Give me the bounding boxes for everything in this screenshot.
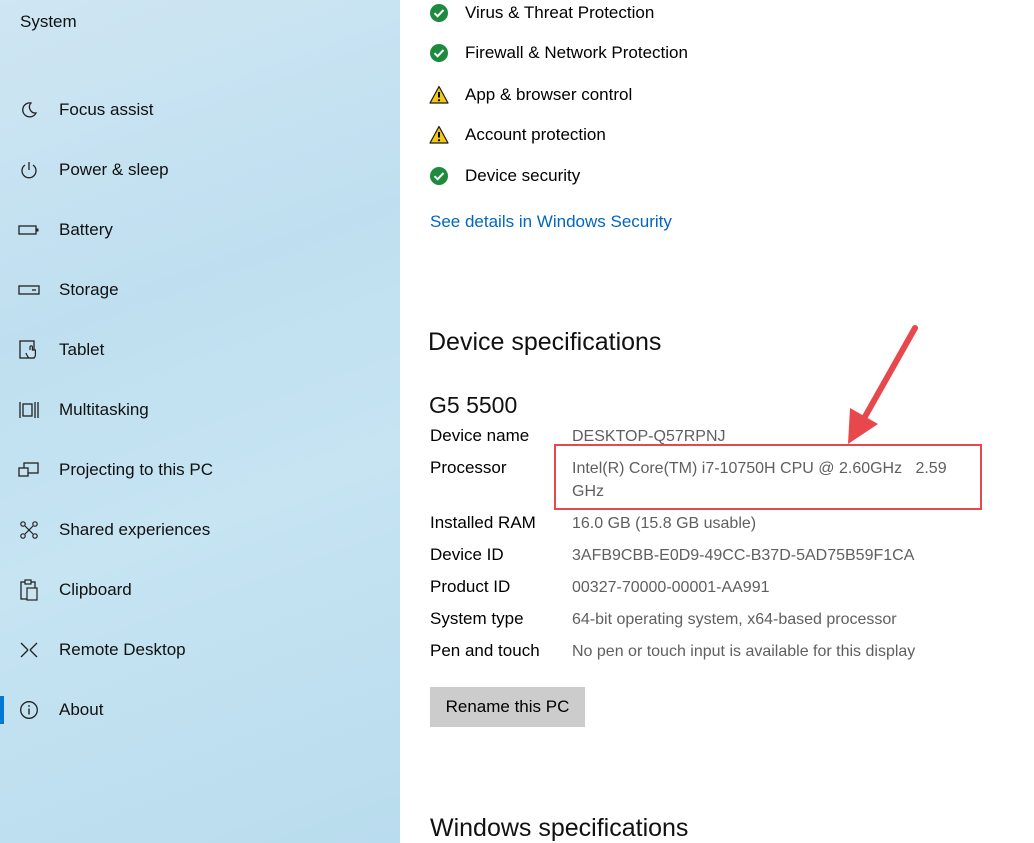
sidebar-item-label: Power & sleep bbox=[59, 160, 169, 179]
spec-value-pen-touch: No pen or touch input is available for t… bbox=[572, 643, 916, 660]
sidebar-item-tablet[interactable]: Tablet bbox=[0, 330, 400, 370]
multitasking-icon bbox=[18, 399, 40, 421]
check-circle-icon bbox=[429, 166, 449, 186]
tablet-icon bbox=[18, 339, 40, 361]
sidebar-item-label: About bbox=[59, 700, 104, 719]
spec-value-product-id: 00327-70000-00001-AA991 bbox=[572, 579, 770, 596]
sidebar-item-label: Multitasking bbox=[59, 400, 149, 419]
spec-label-installed-ram: Installed RAM bbox=[430, 513, 536, 532]
sidebar-item-label: Shared experiences bbox=[59, 520, 211, 539]
warning-icon bbox=[429, 85, 449, 105]
warning-icon bbox=[429, 125, 449, 145]
spec-label-system-type: System type bbox=[430, 609, 524, 628]
sidebar-item-storage[interactable]: Storage bbox=[0, 270, 400, 310]
security-status-label: Device security bbox=[465, 166, 581, 185]
spec-label-device-id: Device ID bbox=[430, 545, 504, 564]
info-icon bbox=[18, 699, 40, 721]
security-status-app-browser: App & browser control bbox=[429, 80, 632, 110]
sidebar-title: System bbox=[20, 12, 77, 31]
sidebar-item-remote-desktop[interactable]: Remote Desktop bbox=[0, 630, 400, 670]
security-status-firewall: Firewall & Network Protection bbox=[429, 38, 688, 68]
rename-pc-button[interactable]: Rename this PC bbox=[430, 687, 585, 727]
sidebar-item-label: Focus assist bbox=[59, 100, 154, 119]
security-status-virus: Virus & Threat Protection bbox=[429, 0, 654, 28]
sidebar: System Focus assist Power & sleep Batter… bbox=[0, 0, 400, 843]
selection-indicator bbox=[0, 696, 4, 724]
sidebar-item-label: Projecting to this PC bbox=[59, 460, 214, 479]
sidebar-item-shared-experiences[interactable]: Shared experiences bbox=[0, 510, 400, 550]
windows-security-link[interactable]: See details in Windows Security bbox=[430, 212, 672, 232]
spec-value-system-type: 64-bit operating system, x64-based proce… bbox=[572, 611, 897, 628]
spec-label-device-name: Device name bbox=[430, 426, 530, 445]
sidebar-item-label: Storage bbox=[59, 280, 119, 299]
sidebar-item-projecting[interactable]: Projecting to this PC bbox=[0, 450, 400, 490]
remote-desktop-icon bbox=[18, 639, 40, 661]
projecting-icon bbox=[18, 459, 40, 481]
sidebar-item-power-sleep[interactable]: Power & sleep bbox=[0, 150, 400, 190]
device-specs-heading: Device specifications bbox=[428, 328, 662, 356]
shared-experiences-icon bbox=[18, 519, 40, 541]
moon-icon bbox=[18, 99, 40, 121]
windows-specs-heading: Windows specifications bbox=[430, 814, 689, 842]
spec-value-installed-ram: 16.0 GB (15.8 GB usable) bbox=[572, 515, 757, 532]
processor-highlight-box bbox=[554, 444, 982, 510]
power-icon bbox=[18, 159, 40, 181]
spec-label-processor: Processor bbox=[430, 458, 507, 477]
sidebar-item-label: Tablet bbox=[59, 340, 105, 359]
security-status-account: Account protection bbox=[429, 120, 606, 150]
sidebar-item-label: Clipboard bbox=[59, 580, 132, 599]
sidebar-item-battery[interactable]: Battery bbox=[0, 210, 400, 250]
check-circle-icon bbox=[429, 3, 449, 23]
security-status-device-security: Device security bbox=[429, 161, 580, 191]
storage-icon bbox=[18, 279, 40, 301]
sidebar-item-focus-assist[interactable]: Focus assist bbox=[0, 90, 400, 130]
security-status-label: Account protection bbox=[465, 125, 606, 144]
device-model: G5 5500 bbox=[429, 392, 518, 418]
clipboard-icon bbox=[18, 579, 40, 601]
sidebar-item-about[interactable]: About bbox=[0, 690, 400, 730]
sidebar-item-label: Remote Desktop bbox=[59, 640, 186, 659]
security-status-label: App & browser control bbox=[465, 85, 633, 104]
spec-label-product-id: Product ID bbox=[430, 577, 511, 596]
sidebar-item-multitasking[interactable]: Multitasking bbox=[0, 390, 400, 430]
spec-label-pen-touch: Pen and touch bbox=[430, 641, 540, 660]
check-circle-icon bbox=[429, 43, 449, 63]
security-status-label: Firewall & Network Protection bbox=[465, 43, 688, 62]
battery-icon bbox=[18, 219, 40, 241]
security-status-label: Virus & Threat Protection bbox=[465, 3, 655, 22]
sidebar-item-clipboard[interactable]: Clipboard bbox=[0, 570, 400, 610]
sidebar-item-label: Battery bbox=[59, 220, 113, 239]
spec-value-device-id: 3AFB9CBB-E0D9-49CC-B37D-5AD75B59F1CA bbox=[572, 547, 915, 564]
